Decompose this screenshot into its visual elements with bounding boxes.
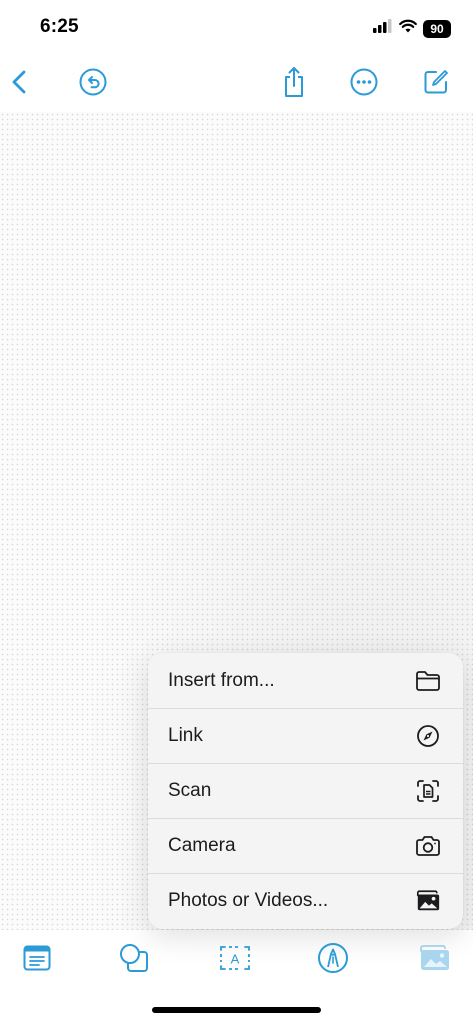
media-icon: [417, 944, 451, 977]
menu-item-label: Insert from...: [168, 669, 275, 691]
camera-icon: [415, 833, 441, 859]
freeform-board-screen: 6:25 90 Insert from... Link Scan Camera …: [0, 0, 473, 1024]
media-button[interactable]: [414, 940, 454, 980]
sticky-note-icon: [23, 945, 51, 976]
compass-icon: [415, 723, 441, 749]
shapes-button[interactable]: [114, 940, 154, 980]
wifi-icon: [399, 19, 417, 38]
undo-icon: [79, 68, 107, 101]
battery-icon: 90: [423, 19, 451, 38]
menu-item-scan[interactable]: Scan: [148, 763, 463, 818]
menu-item-camera[interactable]: Camera: [148, 818, 463, 873]
folder-icon: [415, 668, 441, 694]
more-button[interactable]: [344, 64, 384, 104]
menu-item-link[interactable]: Link: [148, 708, 463, 763]
compose-icon: [422, 68, 450, 101]
more-icon: [350, 68, 378, 101]
status-bar: 6:25 90: [0, 0, 473, 56]
chevron-left-icon: [9, 69, 31, 100]
top-navigation-bar: [0, 60, 473, 108]
scan-document-icon: [415, 778, 441, 804]
cellular-signal-icon: [373, 19, 393, 38]
undo-button[interactable]: [73, 64, 113, 104]
menu-item-label: Scan: [168, 780, 212, 801]
back-button[interactable]: [0, 64, 40, 104]
status-icons: 90: [373, 19, 451, 38]
menu-item-photos-or-videos[interactable]: Photos or Videos...: [148, 873, 463, 928]
text-box-icon: A: [218, 944, 252, 977]
bottom-toolbar: A: [0, 936, 473, 984]
pen-icon: [317, 942, 349, 979]
status-time: 6:25: [40, 16, 79, 37]
svg-text:A: A: [231, 951, 240, 966]
new-board-button[interactable]: [416, 64, 456, 104]
share-button[interactable]: [274, 64, 314, 104]
pen-button[interactable]: [313, 940, 353, 980]
menu-item-label: Photos or Videos...: [168, 890, 329, 911]
sticky-note-button[interactable]: [17, 940, 57, 980]
menu-item-label: Camera: [168, 835, 236, 856]
home-indicator[interactable]: [152, 1007, 321, 1013]
insert-media-menu: Insert from... Link Scan Camera Photos o…: [148, 653, 463, 929]
menu-item-insert-from[interactable]: Insert from...: [148, 653, 463, 708]
menu-item-label: Link: [168, 725, 203, 746]
photos-icon: [415, 888, 441, 914]
share-icon: [281, 66, 307, 103]
text-box-button[interactable]: A: [215, 940, 255, 980]
shapes-icon: [117, 941, 151, 980]
